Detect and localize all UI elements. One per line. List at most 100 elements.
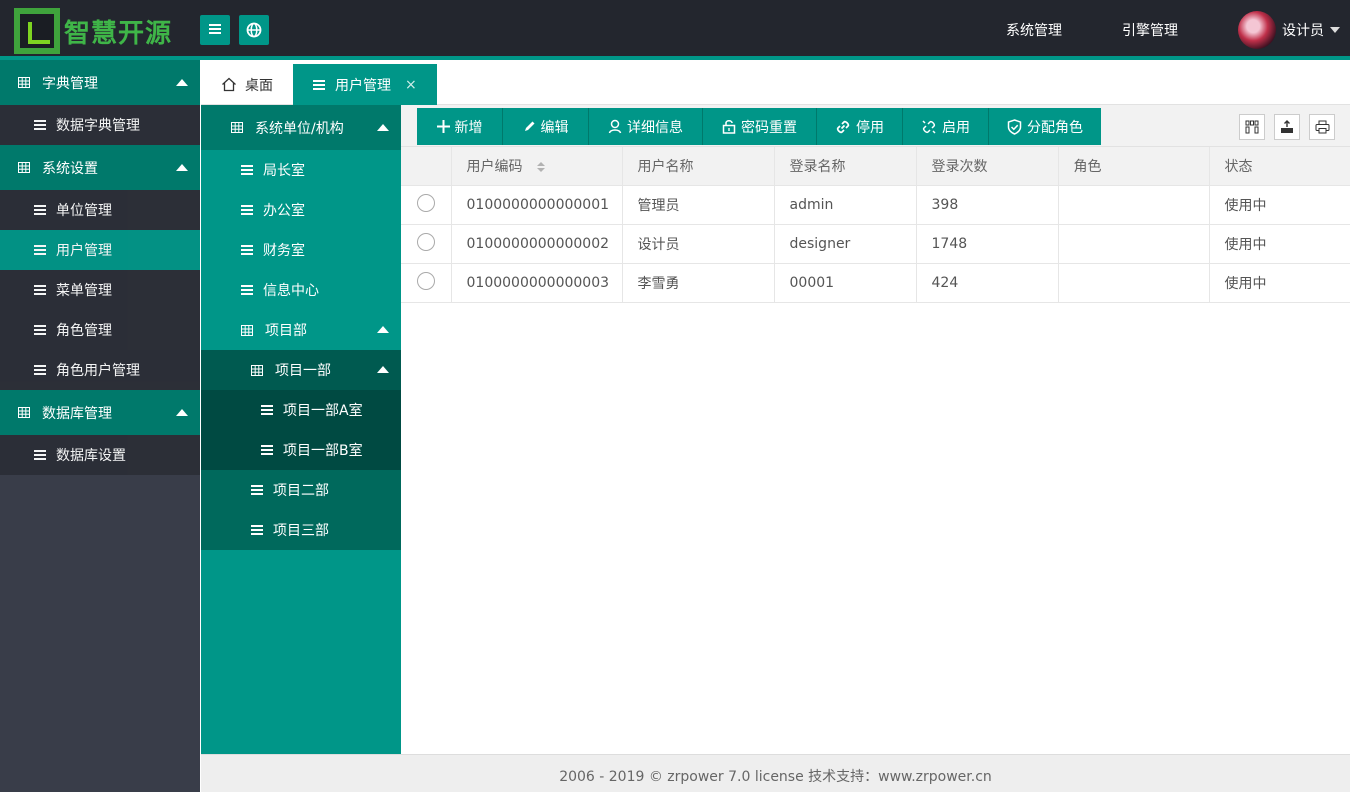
cell-user-name: 管理员: [622, 185, 775, 225]
collapse-arrow-icon: [377, 124, 389, 131]
export-button[interactable]: [1274, 114, 1300, 140]
tree-node[interactable]: 信息中心: [201, 270, 401, 310]
column-header-user-code[interactable]: 用户编码: [451, 147, 623, 186]
button-label: 停用: [856, 119, 884, 136]
tree-node-label: 办公室: [263, 203, 305, 219]
table-row[interactable]: 0100000000000002 设计员 designer 1748 使用中: [401, 224, 1350, 264]
collapse-arrow-icon: [176, 79, 188, 86]
row-radio[interactable]: [417, 232, 435, 251]
column-header-label: 登录次数: [931, 158, 988, 175]
sidebar-item-menu-management[interactable]: 菜单管理: [0, 270, 200, 310]
print-button[interactable]: [1309, 114, 1335, 140]
column-header-label: 用户名称: [637, 158, 694, 175]
sidebar-group-dictionary[interactable]: 字典管理: [0, 60, 200, 105]
sort-icon[interactable]: [536, 161, 545, 172]
table-icon: [231, 122, 243, 133]
sidebar-item-label: 角色用户管理: [56, 363, 140, 379]
columns-filter-button[interactable]: [1239, 114, 1265, 140]
column-header-login-count: 登录次数: [916, 147, 1059, 186]
toolbar: 新增 编辑 详细信息 密码重置 停用 启用 分配角色: [401, 105, 1350, 147]
button-label: 分配角色: [1027, 119, 1083, 136]
list-icon: [241, 163, 253, 177]
tree-node-project-one[interactable]: 项目一部: [201, 350, 401, 390]
sidebar-item-role-management[interactable]: 角色管理: [0, 310, 200, 350]
tree-node-label: 项目部: [265, 323, 307, 339]
sidebar-item-data-dictionary[interactable]: 数据字典管理: [0, 105, 200, 145]
nav-system-management[interactable]: 系统管理: [1006, 20, 1062, 40]
user-menu[interactable]: 设计员: [1238, 11, 1340, 49]
table-icon: [241, 324, 253, 336]
user-name: 设计员: [1282, 23, 1324, 39]
column-header-role: 角色: [1058, 147, 1210, 186]
globe-button[interactable]: [239, 15, 269, 45]
list-icon: [34, 203, 46, 217]
enable-button[interactable]: 启用: [903, 108, 989, 145]
reset-password-button[interactable]: 密码重置: [703, 108, 817, 145]
tree-node[interactable]: 项目二部: [201, 470, 401, 510]
tree-node[interactable]: 办公室: [201, 190, 401, 230]
row-select-cell[interactable]: [401, 224, 452, 264]
tree-node-label: 局长室: [263, 163, 305, 179]
tree-node-label: 项目二部: [273, 483, 329, 499]
tree-node-label: 信息中心: [263, 283, 319, 299]
row-select-cell[interactable]: [401, 185, 452, 225]
menu-toggle-button[interactable]: [200, 15, 230, 45]
assign-role-button[interactable]: 分配角色: [989, 108, 1101, 145]
tab-user-management[interactable]: 用户管理 ×: [293, 64, 437, 105]
sidebar-item-role-user-management[interactable]: 角色用户管理: [0, 350, 200, 390]
column-header-label: 登录名称: [789, 158, 846, 175]
sidebar-item-user-management[interactable]: 用户管理: [0, 230, 200, 270]
row-radio[interactable]: [417, 271, 435, 290]
tree-root[interactable]: 系统单位/机构: [201, 105, 401, 150]
nav-engine-management[interactable]: 引擎管理: [1122, 20, 1178, 40]
cell-status: 使用中: [1209, 224, 1350, 264]
link-icon: [836, 120, 850, 133]
collapse-arrow-icon: [176, 164, 188, 171]
table-header-row: 用户编码 用户名称 登录名称 登录次数 角色 状态: [401, 147, 1350, 186]
add-button[interactable]: 新增: [417, 108, 503, 145]
tree-node[interactable]: 项目一部B室: [201, 430, 401, 470]
tab-label: 用户管理: [335, 77, 391, 94]
table-icon: [251, 364, 263, 376]
tree-node[interactable]: 局长室: [201, 150, 401, 190]
tree-node[interactable]: 项目一部A室: [201, 390, 401, 430]
table-row[interactable]: 0100000000000001 管理员 admin 398 使用中: [401, 185, 1350, 225]
edit-button[interactable]: 编辑: [503, 108, 589, 145]
cell-role: [1058, 224, 1210, 264]
footer: 2006 - 2019 © zrpower 7.0 license 技术支持：w…: [201, 754, 1350, 792]
lock-icon: [722, 120, 736, 134]
details-button[interactable]: 详细信息: [589, 108, 703, 145]
column-header-status: 状态: [1209, 147, 1350, 186]
collapse-arrow-icon: [377, 366, 389, 373]
sidebar-group-database[interactable]: 数据库管理: [0, 390, 200, 435]
tree-node[interactable]: 财务室: [201, 230, 401, 270]
sidebar-group-label: 字典管理: [42, 75, 98, 92]
plus-icon: [436, 120, 450, 133]
chevron-down-icon: [1330, 27, 1340, 33]
button-label: 新增: [454, 119, 483, 136]
sidebar-item-label: 数据库设置: [56, 448, 126, 464]
tree-node-label: 财务室: [263, 243, 305, 259]
row-select-cell[interactable]: [401, 263, 452, 303]
sidebar-group-system-settings[interactable]: 系统设置: [0, 145, 200, 190]
top-header: 智慧开源 系统管理 引擎管理 设计员: [0, 0, 1350, 60]
tab-desktop[interactable]: 桌面: [201, 64, 293, 105]
cell-login-count: 1748: [916, 224, 1059, 264]
sidebar-group-label: 系统设置: [42, 160, 98, 177]
table-icon: [18, 407, 30, 418]
row-radio[interactable]: [417, 193, 435, 212]
columns-icon: [1245, 120, 1259, 134]
tree-node[interactable]: 项目三部: [201, 510, 401, 550]
user-table: 用户编码 用户名称 登录名称 登录次数 角色 状态 01000000000000…: [401, 147, 1350, 303]
list-icon: [34, 448, 46, 462]
sidebar-item-database-settings[interactable]: 数据库设置: [0, 435, 200, 475]
close-icon[interactable]: ×: [405, 77, 417, 93]
sidebar-item-unit-management[interactable]: 单位管理: [0, 190, 200, 230]
menu-icon: [209, 24, 221, 34]
tree-node-project-dept[interactable]: 项目部: [201, 310, 401, 350]
table-row[interactable]: 0100000000000003 李雪勇 00001 424 使用中: [401, 263, 1350, 303]
list-icon: [261, 443, 273, 457]
tree-node-label: 项目一部B室: [283, 443, 363, 459]
disable-button[interactable]: 停用: [817, 108, 903, 145]
avatar: [1238, 11, 1276, 49]
